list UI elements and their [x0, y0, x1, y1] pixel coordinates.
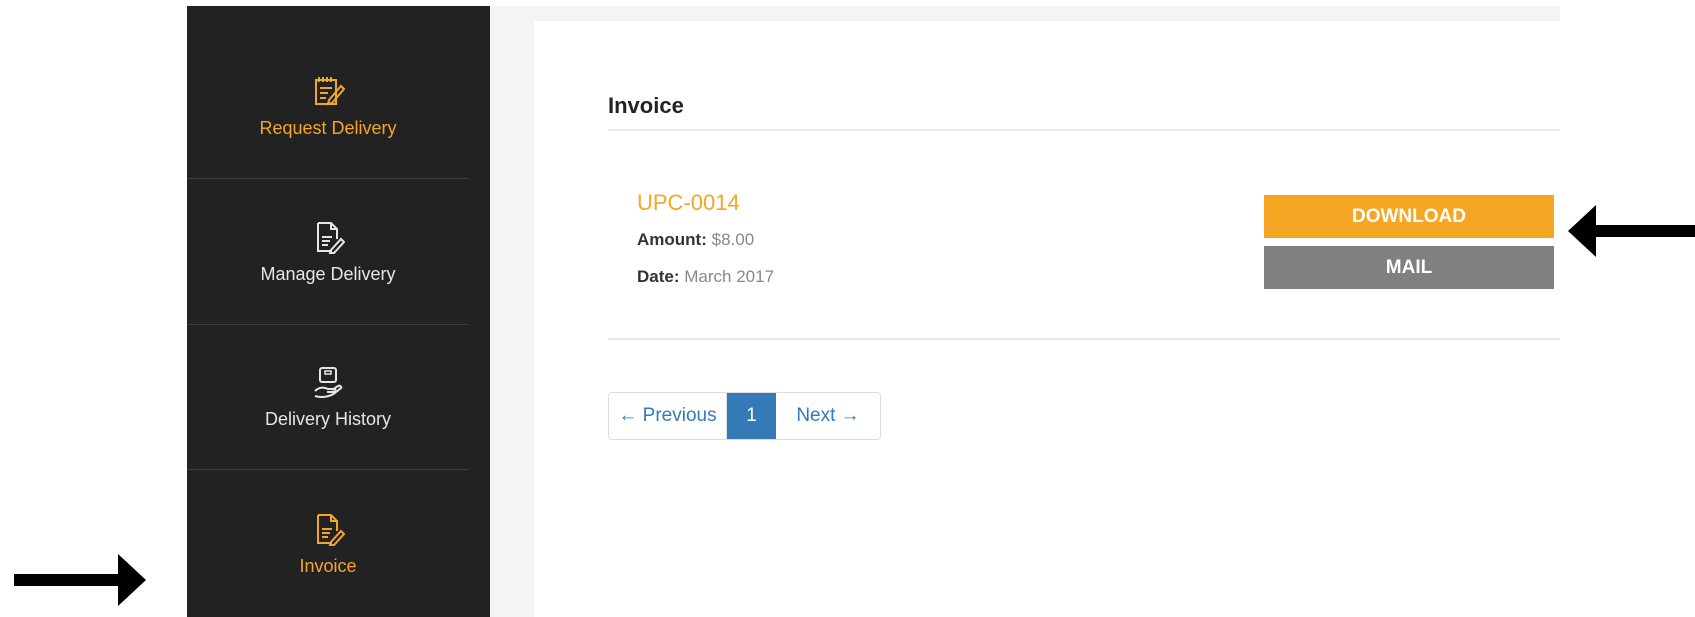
sidebar-item-request-delivery[interactable]: Request Delivery: [187, 34, 469, 179]
amount-label: Amount:: [637, 230, 707, 249]
pagination-previous[interactable]: ← Previous: [609, 393, 727, 439]
page-title: Invoice: [608, 93, 684, 118]
date-label: Date:: [637, 267, 680, 286]
pagination-next[interactable]: Next →: [776, 393, 880, 439]
sidebar-item-label: Request Delivery: [259, 117, 397, 138]
amount-value: $8.00: [711, 230, 755, 249]
download-button[interactable]: DOWNLOAD: [1264, 195, 1554, 238]
sidebar-item-label: Manage Delivery: [260, 263, 396, 284]
annotation-arrow-left-icon: [1568, 205, 1695, 257]
sidebar-item-invoice[interactable]: Invoice: [187, 471, 469, 617]
invoice-amount: Amount: $8.00: [637, 230, 754, 250]
invoice-pen-icon: [317, 513, 345, 546]
date-value: March 2017: [684, 267, 775, 286]
invoice-panel: [534, 21, 1560, 617]
invoice-date: Date: March 2017: [637, 267, 774, 287]
divider: [608, 338, 1560, 340]
document-pen-icon: [317, 221, 345, 254]
hand-package-icon: [314, 366, 343, 398]
invoice-number[interactable]: UPC-0014: [637, 190, 740, 216]
annotation-arrow-right-icon: [14, 554, 146, 606]
pagination: ← Previous 1 Next →: [608, 392, 881, 440]
divider: [608, 129, 1560, 131]
sidebar: Request Delivery Manage Delivery Deliver…: [187, 6, 490, 617]
sidebar-item-label: Invoice: [299, 555, 357, 576]
notepad-pencil-icon: [315, 76, 345, 105]
sidebar-item-delivery-history[interactable]: Delivery History: [187, 325, 469, 470]
mail-button[interactable]: MAIL: [1264, 246, 1554, 289]
sidebar-item-manage-delivery[interactable]: Manage Delivery: [187, 180, 469, 325]
sidebar-item-label: Delivery History: [264, 408, 392, 429]
pagination-current-page[interactable]: 1: [727, 393, 776, 439]
